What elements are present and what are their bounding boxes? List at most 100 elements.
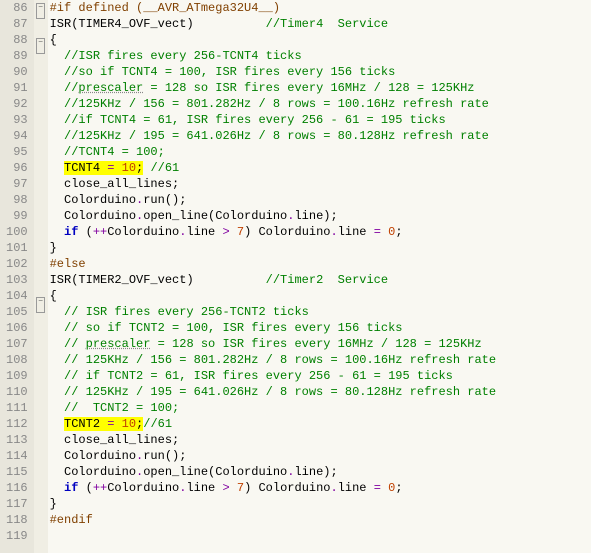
fold-marker: [34, 198, 48, 214]
fold-marker: [34, 473, 48, 489]
code-token: 7: [237, 481, 244, 495]
code-line: #if defined (__AVR_ATmega32U4__): [50, 0, 591, 16]
code-token: //so if TCNT4 = 100, ISR fires every 156…: [64, 65, 395, 79]
code-token: ;: [330, 209, 337, 223]
code-token: Colorduino: [50, 449, 136, 463]
code-token: (: [86, 225, 93, 239]
code-line: Colorduino.open_line(Colorduino.line);: [50, 464, 591, 480]
fold-marker: [34, 489, 48, 505]
code-line: // 125KHz / 195 = 641.026Hz / 8 rows = 8…: [50, 384, 591, 400]
fold-marker: [34, 246, 48, 262]
code-token: {: [50, 33, 57, 47]
fold-marker: [34, 361, 48, 377]
code-token: Colorduino: [215, 209, 287, 223]
line-number: 110: [6, 384, 28, 400]
code-line: if (++Colorduino.line > 7) Colorduino.li…: [50, 224, 591, 240]
line-number: 105: [6, 304, 28, 320]
code-token: close_all_lines: [50, 177, 172, 191]
line-number: 102: [6, 256, 28, 272]
code-line: #endif: [50, 512, 591, 528]
line-number: 109: [6, 368, 28, 384]
code-token: line: [186, 481, 222, 495]
code-line: #else: [50, 256, 591, 272]
code-token: run: [143, 449, 165, 463]
code-line: // 125KHz / 156 = 801.282Hz / 8 rows = 1…: [50, 352, 591, 368]
code-token: #endif: [50, 513, 93, 527]
code-line: }: [50, 240, 591, 256]
code-line: //if TCNT4 = 61, ISR fires every 256 - 6…: [50, 112, 591, 128]
code-line: //so if TCNT4 = 100, ISR fires every 156…: [50, 64, 591, 80]
code-line: // if TCNT2 = 61, ISR fires every 256 - …: [50, 368, 591, 384]
code-line: Colorduino.open_line(Colorduino.line);: [50, 208, 591, 224]
line-number: 101: [6, 240, 28, 256]
code-token: >: [222, 225, 229, 239]
line-number: 113: [6, 432, 28, 448]
code-token: [50, 81, 64, 95]
fold-marker: [34, 409, 48, 425]
fold-marker: [34, 102, 48, 118]
code-token: prescaler: [78, 81, 143, 95]
code-token: 10: [122, 417, 136, 431]
code-line: ISR(TIMER4_OVF_vect) //Timer4 Service: [50, 16, 591, 32]
code-token: = 128 so ISR fires every 16MHz / 128 = 1…: [150, 337, 481, 351]
code-token: [50, 337, 64, 351]
code-token: =: [374, 225, 381, 239]
code-area[interactable]: #if defined (__AVR_ATmega32U4__)ISR(TIME…: [48, 0, 591, 553]
code-token: // so if TCNT2 = 100, ISR fires every 15…: [64, 321, 402, 335]
code-token: =: [374, 481, 381, 495]
code-token: // 125KHz / 195 = 641.026Hz / 8 rows = 8…: [64, 385, 496, 399]
fold-marker[interactable]: −: [34, 38, 48, 54]
fold-marker: [34, 230, 48, 246]
code-line: //TCNT4 = 100;: [50, 144, 591, 160]
fold-marker: [34, 166, 48, 182]
line-number: 87: [6, 16, 28, 32]
code-token: {: [50, 289, 57, 303]
code-token: run: [143, 193, 165, 207]
code-token: }: [50, 241, 57, 255]
line-number: 96: [6, 160, 28, 176]
code-token: line: [338, 481, 374, 495]
code-token: Colorduino: [107, 225, 179, 239]
fold-marker[interactable]: −: [34, 297, 48, 313]
fold-marker: [34, 521, 48, 537]
code-token: //ISR fires every 256-TCNT4 ticks: [64, 49, 302, 63]
line-number: 97: [6, 176, 28, 192]
fold-column: − − −: [34, 0, 48, 553]
fold-marker: [34, 262, 48, 278]
line-number: 90: [6, 64, 28, 80]
code-line: ISR(TIMER2_OVF_vect) //Timer2 Service: [50, 272, 591, 288]
code-token: //TCNT4 = 100;: [64, 145, 165, 159]
code-token: prescaler: [86, 337, 151, 351]
fold-marker: [34, 54, 48, 70]
code-token: Colorduino: [50, 209, 136, 223]
code-token: //61: [150, 161, 179, 175]
code-line: // prescaler = 128 so ISR fires every 16…: [50, 336, 591, 352]
code-token: .: [331, 225, 338, 239]
code-token: [50, 305, 64, 319]
code-token: [50, 49, 64, 63]
code-token: //if TCNT4 = 61, ISR fires every 256 - 6…: [64, 113, 446, 127]
fold-marker[interactable]: −: [34, 3, 48, 19]
fold-marker: [34, 345, 48, 361]
code-line: // ISR fires every 256-TCNT2 ticks: [50, 304, 591, 320]
code-token: = 128 so ISR fires every 16MHz / 128 = 1…: [143, 81, 474, 95]
code-line: Colorduino.run();: [50, 192, 591, 208]
code-line: //125KHz / 156 = 801.282Hz / 8 rows = 10…: [50, 96, 591, 112]
code-token: TCNT4: [64, 161, 107, 175]
code-token: [114, 161, 121, 175]
code-token: [50, 97, 64, 111]
code-token: [50, 481, 64, 495]
line-number: 98: [6, 192, 28, 208]
code-line: if (++Colorduino.line > 7) Colorduino.li…: [50, 480, 591, 496]
code-token: .: [331, 481, 338, 495]
code-token: // ISR fires every 256-TCNT2 ticks: [64, 305, 309, 319]
line-number: 104: [6, 288, 28, 304]
code-token: open_line: [143, 465, 208, 479]
code-token: //: [64, 337, 86, 351]
line-number: 99: [6, 208, 28, 224]
code-line: close_all_lines;: [50, 432, 591, 448]
code-token: }: [50, 497, 57, 511]
code-token: [230, 225, 237, 239]
code-token: ;: [395, 481, 402, 495]
line-number: 108: [6, 352, 28, 368]
